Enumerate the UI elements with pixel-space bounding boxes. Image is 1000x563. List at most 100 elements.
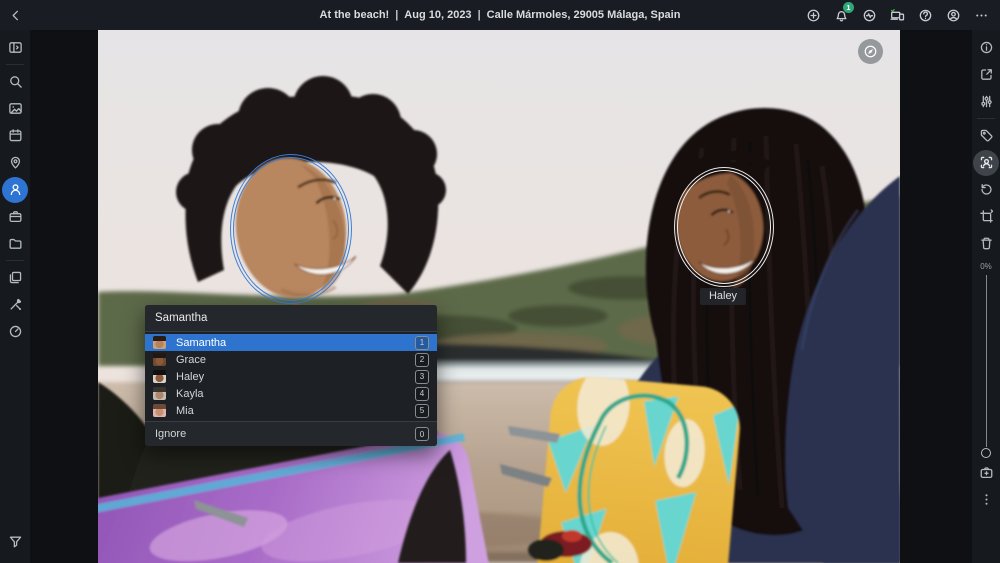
shortcut-badge: 3 [415,369,429,384]
activity-icon [863,9,875,21]
photos-icon [8,103,22,114]
tag-icon [980,129,993,142]
face-search-input[interactable] [145,305,437,332]
topbar-actions: 1 [805,2,1000,23]
divider [6,260,24,261]
add-circle-button[interactable] [805,7,821,23]
toolbar-item-more[interactable] [973,487,999,513]
chevron-left-icon [12,10,18,20]
shortcut-badge: 4 [415,386,429,401]
notifications-button[interactable]: 1 [833,2,854,23]
sidebar-item-duplicates[interactable] [2,265,28,291]
toolbar-item-face-recognition[interactable] [973,149,999,176]
utilities-icon [9,298,21,311]
face-region-haley[interactable] [674,167,774,287]
compass-icon [864,45,877,58]
asset-title: At the beach! [319,9,390,21]
toolbar-item-adjustments[interactable] [973,89,999,115]
face-picker-row[interactable]: Grace 2 [145,351,437,368]
toolbar-item-tag[interactable] [973,123,999,149]
add-circle-icon [807,9,819,21]
sidebar-item-calendar[interactable] [2,123,28,149]
duplicates-icon [9,271,21,284]
devices-synced-icon [889,8,904,20]
sidebar-item-filter[interactable] [2,528,28,554]
face-name-label: Haley [699,288,747,305]
shortcut-badge: 0 [415,427,429,441]
sidebar-item-folders[interactable] [2,231,28,257]
filter-icon [9,536,21,547]
slider-track [985,275,987,447]
face-picker-list: Samantha 1 Grace 2 Haley 3 Kayla 4 Mia 5 [145,332,437,421]
collapse-sidebar-icon [8,42,22,53]
left-sidebar [0,30,30,563]
activity-button[interactable] [861,7,877,23]
sidebar-item-search[interactable] [2,69,28,95]
face-region-unassigned[interactable] [229,153,353,305]
more-horizontal-icon [975,13,987,17]
notification-badge: 1 [843,2,854,13]
face-picker-row[interactable]: Mia 5 [145,402,437,419]
face-picker-row[interactable]: Haley 3 [145,368,437,385]
person-avatar [153,336,166,349]
open-external-icon [980,69,992,80]
toolbar-item-history[interactable] [973,177,999,203]
face-zoom-label: 0% [980,262,992,271]
face-picker-row[interactable]: Kayla 4 [145,385,437,402]
toolbar-item-info[interactable] [973,35,999,61]
sidebar-item-dashboard[interactable] [2,319,28,345]
separator: | [477,9,481,21]
more-button[interactable] [973,7,989,23]
toolbar-item-open-external[interactable] [973,62,999,88]
divider [6,64,24,65]
person-avatar [153,387,166,400]
navigate-button[interactable] [858,39,883,64]
help-button[interactable] [917,7,933,23]
history-undo-icon [980,183,992,195]
map-pin-icon [10,156,20,169]
sidebar-item-albums[interactable] [2,204,28,230]
person-name: Mia [176,404,194,417]
person-avatar [153,353,166,366]
toolbar-item-camera-add[interactable] [973,460,999,486]
person-name: Grace [176,353,206,366]
sidebar-item-people[interactable] [2,176,28,203]
help-icon [919,9,931,21]
calendar-icon [8,129,21,142]
slider-knob[interactable] [981,448,991,458]
photo-canvas: Haley Samantha 1 Grace 2 Haley 3 Kayla 4… [98,30,900,563]
asset-date: Aug 10, 2023 [404,9,472,21]
shortcut-badge: 1 [415,335,429,350]
toolbar-item-crop-rotate[interactable] [973,204,999,230]
person-name: Haley [176,370,205,383]
right-toolbar: 0% [972,30,1000,563]
ignore-label: Ignore [155,428,187,440]
dashboard-icon [9,325,21,338]
account-icon [947,9,959,21]
sidebar-item-collapse[interactable] [2,35,28,61]
adjustments-icon [980,95,992,108]
viewer-stage: Haley Samantha 1 Grace 2 Haley 3 Kayla 4… [30,30,972,563]
face-picker-ignore[interactable]: Ignore 0 [145,421,437,446]
toolbar-item-trash[interactable] [973,231,999,257]
devices-button[interactable] [889,7,905,23]
back-button[interactable] [0,0,30,30]
camera-add-icon [980,467,992,479]
search-icon [9,76,22,88]
sidebar-item-utilities[interactable] [2,292,28,318]
face-picker: Samantha 1 Grace 2 Haley 3 Kayla 4 Mia 5… [145,305,437,446]
account-button[interactable] [945,7,961,23]
shortcut-badge: 2 [415,352,429,367]
crop-rotate-icon [979,209,993,223]
sidebar-item-photos[interactable] [2,96,28,122]
folders-icon [9,238,21,249]
info-icon [980,41,992,54]
face-zoom-slider[interactable] [980,275,992,459]
beach-photo [98,30,900,563]
shortcut-badge: 5 [415,403,429,418]
sidebar-item-map[interactable] [2,150,28,176]
person-avatar [153,404,166,417]
face-picker-row[interactable]: Samantha 1 [145,334,437,351]
person-name: Samantha [176,336,227,349]
divider [977,118,995,119]
